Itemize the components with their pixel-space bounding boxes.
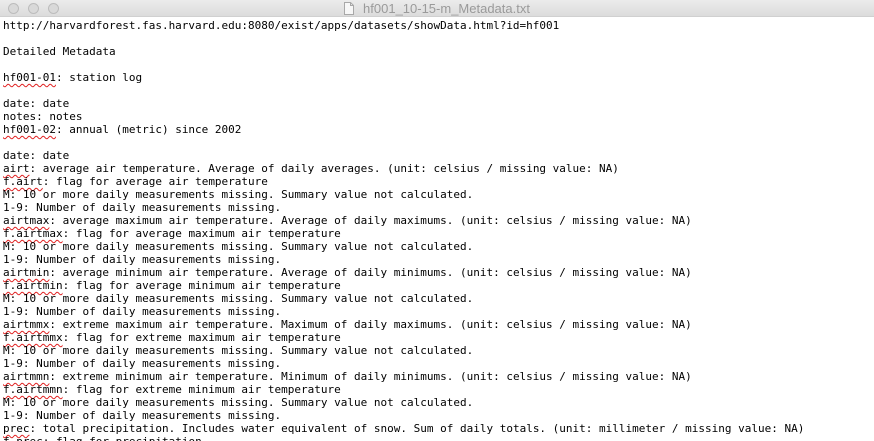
line-text: : average maximum air temperature. Avera… <box>49 214 692 227</box>
document-line: airt: average air temperature. Average o… <box>0 162 874 175</box>
spellcheck-flagged-word: f.prec <box>3 435 43 441</box>
spellcheck-flagged-word: airtmax <box>3 214 50 227</box>
spellcheck-flagged-word: f.airt <box>3 175 43 188</box>
line-text: : extreme maximum air temperature. Maxim… <box>49 318 692 331</box>
text-document-icon <box>344 2 355 20</box>
spellcheck-flagged-word: airtmin <box>3 266 50 279</box>
line-text: notes: notes <box>3 110 83 123</box>
document-line: M: 10 or more daily measurements missing… <box>0 292 874 305</box>
spellcheck-flagged-word: airtmmx <box>3 318 50 331</box>
line-text: Detailed Metadata <box>3 45 116 58</box>
document-line: airtmmx: extreme maximum air temperature… <box>0 318 874 331</box>
line-text: : extreme minimum air temperature. Minim… <box>49 370 692 383</box>
line-text: 1-9: Number of daily measurements missin… <box>3 305 282 318</box>
spellcheck-flagged-word: f.airtmin <box>3 279 63 292</box>
document-line: airtmin: average minimum air temperature… <box>0 266 874 279</box>
document-line: f.airt: flag for average air temperature <box>0 175 874 188</box>
line-text: : average minimum air temperature. Avera… <box>49 266 692 279</box>
document-line: date: date <box>0 149 874 162</box>
spellcheck-flagged-word: f.airtmax <box>3 227 63 240</box>
line-text: M: 10 or more daily measurements missing… <box>3 396 474 409</box>
line-text: : flag for extreme maximum air temperatu… <box>62 331 341 344</box>
line-text: : annual (metric) since 2002 <box>55 123 242 136</box>
line-text: 1-9: Number of daily measurements missin… <box>3 357 282 370</box>
line-text: M: 10 or more daily measurements missing… <box>3 292 474 305</box>
line-text: : station log <box>55 71 143 84</box>
document-text-area[interactable]: http://harvardforest.fas.harvard.edu:808… <box>0 19 874 441</box>
document-line: airtmax: average maximum air temperature… <box>0 214 874 227</box>
line-text: M: 10 or more daily measurements missing… <box>3 344 474 357</box>
document-line: f.airtmmn: flag for extreme minimum air … <box>0 383 874 396</box>
document-line: M: 10 or more daily measurements missing… <box>0 344 874 357</box>
spellcheck-flagged-word: airtmmn <box>3 370 50 383</box>
document-line: M: 10 or more daily measurements missing… <box>0 188 874 201</box>
document-line: http://harvardforest.fas.harvard.edu:808… <box>0 19 874 32</box>
document-line: 1-9: Number of daily measurements missin… <box>0 409 874 422</box>
line-text: : flag for average maximum air temperatu… <box>62 227 341 240</box>
document-line: airtmmn: extreme minimum air temperature… <box>0 370 874 383</box>
document-line: f.airtmax: flag for average maximum air … <box>0 227 874 240</box>
line-text: M: 10 or more daily measurements missing… <box>3 188 474 201</box>
line-text: date: date <box>3 149 70 162</box>
document-line: f.prec: flag for precipitation <box>0 435 874 441</box>
line-text: http://harvardforest.fas.harvard.edu:808… <box>3 19 560 32</box>
line-text: : average air temperature. Average of da… <box>29 162 619 175</box>
spellcheck-flagged-word: f.airtmmn <box>3 383 63 396</box>
line-text: date: date <box>3 97 70 110</box>
window-title: hf001_10-15-m_Metadata.txt <box>363 1 530 16</box>
line-text: : flag for average air temperature <box>42 175 268 188</box>
document-line: notes: notes <box>0 110 874 123</box>
document-line: f.airtmin: flag for average minimum air … <box>0 279 874 292</box>
document-line: f.airtmmx: flag for extreme maximum air … <box>0 331 874 344</box>
document-line: date: date <box>0 97 874 110</box>
spellcheck-flagged-word: hf001-02 <box>3 123 56 136</box>
line-text: M: 10 or more daily measurements missing… <box>3 240 474 253</box>
document-line: 1-9: Number of daily measurements missin… <box>0 253 874 266</box>
spellcheck-flagged-word: f.airtmmx <box>3 331 63 344</box>
window-title-group: hf001_10-15-m_Metadata.txt <box>0 0 874 17</box>
spellcheck-flagged-word: airt <box>3 162 30 175</box>
line-text: : flag for precipitation <box>43 435 202 441</box>
document-line: 1-9: Number of daily measurements missin… <box>0 305 874 318</box>
document-line: Detailed Metadata <box>0 45 874 58</box>
line-text: : total precipitation. Includes water eq… <box>29 422 805 435</box>
title-bar: hf001_10-15-m_Metadata.txt <box>0 0 874 17</box>
document-line: 1-9: Number of daily measurements missin… <box>0 201 874 214</box>
document-line: hf001-02: annual (metric) since 2002 <box>0 123 874 136</box>
line-text: 1-9: Number of daily measurements missin… <box>3 201 282 214</box>
spellcheck-flagged-word: hf001-01 <box>3 71 56 84</box>
document-line: 1-9: Number of daily measurements missin… <box>0 357 874 370</box>
text-editor-window: hf001_10-15-m_Metadata.txt http://harvar… <box>0 0 874 441</box>
line-text: 1-9: Number of daily measurements missin… <box>3 253 282 266</box>
document-line: M: 10 or more daily measurements missing… <box>0 240 874 253</box>
line-text: : flag for average minimum air temperatu… <box>62 279 341 292</box>
document-line: hf001-01: station log <box>0 71 874 84</box>
document-line: M: 10 or more daily measurements missing… <box>0 396 874 409</box>
spellcheck-flagged-word: prec <box>3 422 30 435</box>
line-text: : flag for extreme minimum air temperatu… <box>62 383 341 396</box>
document-line: prec: total precipitation. Includes wate… <box>0 422 874 435</box>
line-text: 1-9: Number of daily measurements missin… <box>3 409 282 422</box>
